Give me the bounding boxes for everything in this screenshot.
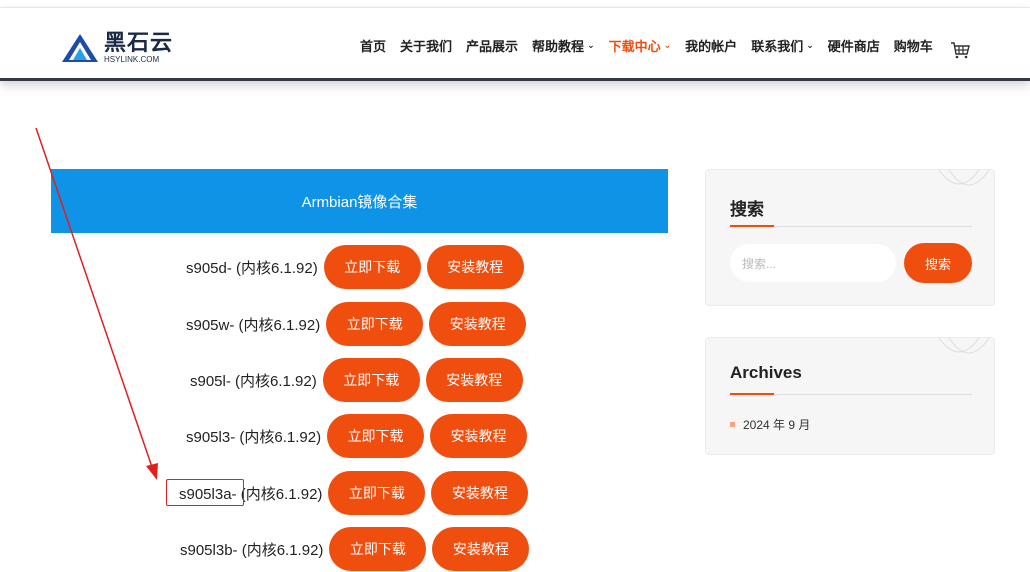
nav-item-label: 我的帐户	[685, 38, 738, 54]
search-button[interactable]: 搜索	[904, 243, 972, 283]
nav-item[interactable]: 产品展示	[466, 36, 518, 55]
nav-item[interactable]: 首页	[360, 36, 386, 55]
nav-item-label: 购物车	[893, 38, 933, 54]
archive-item-label: 2024 年 9 月	[743, 418, 811, 432]
download-row-label: s905w- (内核6.1.92)	[186, 316, 321, 334]
chevron-down-icon: ⌄	[587, 39, 595, 50]
main-nav: 首页 关于我们 产品展示 帮助教程 ⌄ 下载中心 ⌄ 我的帐户 联系我们 ⌄ 硬件商店 购物车	[360, 30, 947, 60]
top-strip	[0, 0, 1030, 8]
download-now-button[interactable]: 立即下载	[326, 302, 424, 346]
title-underline	[730, 225, 774, 227]
install-tutorial-button[interactable]: 安装教程	[432, 527, 530, 571]
nav-item[interactable]: 我的帐户	[685, 36, 737, 55]
banner-title: Armbian镜像合集	[301, 193, 418, 211]
download-row-label: s905l3- (内核6.1.92)	[186, 428, 322, 446]
nav-item-label: 硬件商店	[827, 38, 880, 54]
search-widget-title: 搜索	[730, 200, 764, 219]
download-row: s905d- (内核6.1.92) 立即下载 安装教程	[186, 244, 530, 290]
nav-item-label: 联系我们	[751, 38, 804, 54]
download-now-button[interactable]: 立即下载	[327, 414, 425, 458]
title-divider	[774, 394, 972, 395]
search-widget: 搜索 搜索... 搜索	[705, 169, 995, 306]
download-row-label: s905l3b- (内核6.1.92)	[180, 541, 324, 559]
nav-item-label: 关于我们	[400, 38, 453, 54]
search-input[interactable]: 搜索...	[730, 244, 896, 282]
nav-item[interactable]: 购物车	[894, 36, 933, 55]
nav-item[interactable]: 关于我们	[400, 36, 452, 55]
download-now-button[interactable]: 立即下载	[329, 527, 427, 571]
nav-item[interactable]: 硬件商店	[828, 36, 880, 55]
decoration-curves	[938, 170, 990, 186]
chevron-down-icon: ⌄	[806, 39, 814, 50]
logo-subtext: HSYLINK.COM	[104, 55, 160, 64]
site-logo[interactable]: 黑石云 HSYLINK.COM	[60, 28, 180, 68]
nav-item[interactable]: 下载中心 ⌄	[609, 36, 672, 55]
download-now-button[interactable]: 立即下载	[328, 471, 426, 515]
bullet-square	[730, 422, 735, 427]
install-tutorial-button[interactable]: 安装教程	[426, 245, 524, 289]
install-tutorial-button[interactable]: 安装教程	[429, 302, 527, 346]
install-tutorial-button[interactable]: 安装教程	[425, 358, 523, 402]
download-row: s905l- (内核6.1.92) 立即下载 安装教程	[190, 357, 529, 403]
section-banner: Armbian镜像合集	[51, 169, 668, 233]
site-header: 黑石云 HSYLINK.COM 首页 关于我们 产品展示 帮助教程 ⌄ 下载中心 ⌄ 我的帐户…	[0, 8, 1030, 81]
nav-item-label: 首页	[360, 38, 387, 54]
chevron-down-icon: ⌄	[663, 39, 672, 50]
decoration-curves	[938, 338, 990, 354]
install-tutorial-button[interactable]: 安装教程	[430, 414, 528, 458]
title-underline	[730, 393, 774, 395]
install-tutorial-button[interactable]: 安装教程	[431, 471, 529, 515]
archive-item[interactable]: 2024 年 9 月	[730, 416, 810, 433]
download-row: s905w- (内核6.1.92) 立即下载 安装教程	[186, 301, 532, 347]
annotation-highlight-box	[166, 479, 244, 506]
archives-widget-title: Archives	[730, 363, 802, 382]
nav-item-label: 帮助教程	[532, 38, 585, 54]
download-row-label: s905l- (内核6.1.92)	[190, 372, 317, 390]
nav-item-label: 下载中心	[608, 38, 661, 54]
download-row-label: s905d- (内核6.1.92)	[186, 259, 318, 277]
title-divider	[774, 226, 972, 227]
logo-text: 黑石云	[104, 30, 174, 55]
nav-item-label: 产品展示	[466, 38, 519, 54]
archives-widget: Archives 2024 年 9 月	[705, 337, 995, 455]
download-row: s905l3- (内核6.1.92) 立即下载 安装教程	[186, 413, 533, 459]
download-now-button[interactable]: 立即下载	[322, 358, 420, 402]
cart-icon[interactable]	[950, 41, 970, 59]
nav-item[interactable]: 联系我们 ⌄	[751, 36, 814, 55]
search-placeholder: 搜索...	[742, 256, 777, 271]
download-row: s905l3b- (内核6.1.92) 立即下载 安装教程	[180, 526, 535, 572]
nav-item[interactable]: 帮助教程 ⌄	[532, 36, 595, 55]
logo-icon	[62, 34, 98, 62]
download-now-button[interactable]: 立即下载	[323, 245, 421, 289]
